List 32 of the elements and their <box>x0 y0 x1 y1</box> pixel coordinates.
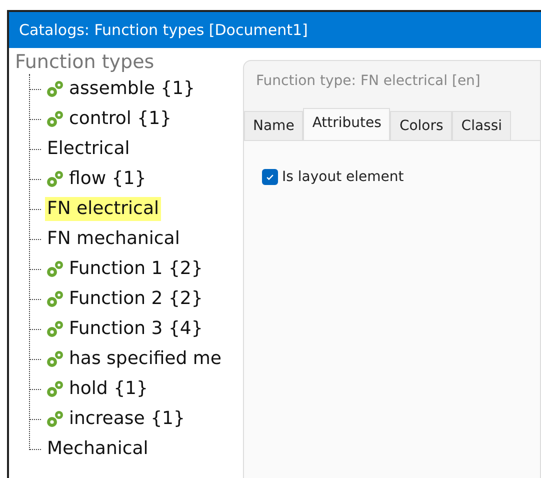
panel-title: Function type: FN electrical [en] <box>255 72 482 91</box>
gears-icon <box>45 379 65 399</box>
tree-item[interactable]: Function 3 {4} <box>67 317 205 341</box>
tab[interactable]: Colors <box>390 111 452 140</box>
gears-icon <box>45 349 65 369</box>
tab[interactable]: Classi <box>452 111 512 140</box>
checkmark-icon <box>265 172 275 182</box>
tree-item[interactable]: increase {1} <box>67 407 187 431</box>
tree-item[interactable]: Electrical <box>45 137 132 161</box>
tree-root[interactable]: Function types <box>15 50 243 74</box>
tree-item[interactable]: Function 2 {2} <box>67 287 205 311</box>
gears-icon <box>45 319 65 339</box>
gears-icon <box>45 289 65 309</box>
tab[interactable]: Attributes <box>303 108 390 140</box>
tree-item[interactable]: control {1} <box>67 107 174 131</box>
tree-item[interactable]: hold {1} <box>67 377 150 401</box>
tree-item[interactable]: Function 1 {2} <box>67 257 205 281</box>
gears-icon <box>45 259 65 279</box>
tab[interactable]: Name <box>244 111 304 140</box>
tree-item[interactable]: assemble {1} <box>67 77 197 101</box>
window-title: Catalogs: Function types [Document1] <box>9 12 541 48</box>
gears-icon <box>45 169 65 189</box>
gears-icon <box>45 109 65 129</box>
tree-item[interactable]: FN electrical <box>45 197 161 221</box>
tree-item[interactable]: flow {1} <box>67 167 148 191</box>
tree-item[interactable]: Mechanical <box>45 437 150 461</box>
tree-item[interactable]: FN mechanical <box>45 227 182 251</box>
gears-icon <box>45 79 65 99</box>
checkbox-label: Is layout element <box>282 169 404 185</box>
tree-item[interactable]: has specified me <box>67 347 224 371</box>
gears-icon <box>45 409 65 429</box>
checkbox[interactable] <box>262 169 278 185</box>
